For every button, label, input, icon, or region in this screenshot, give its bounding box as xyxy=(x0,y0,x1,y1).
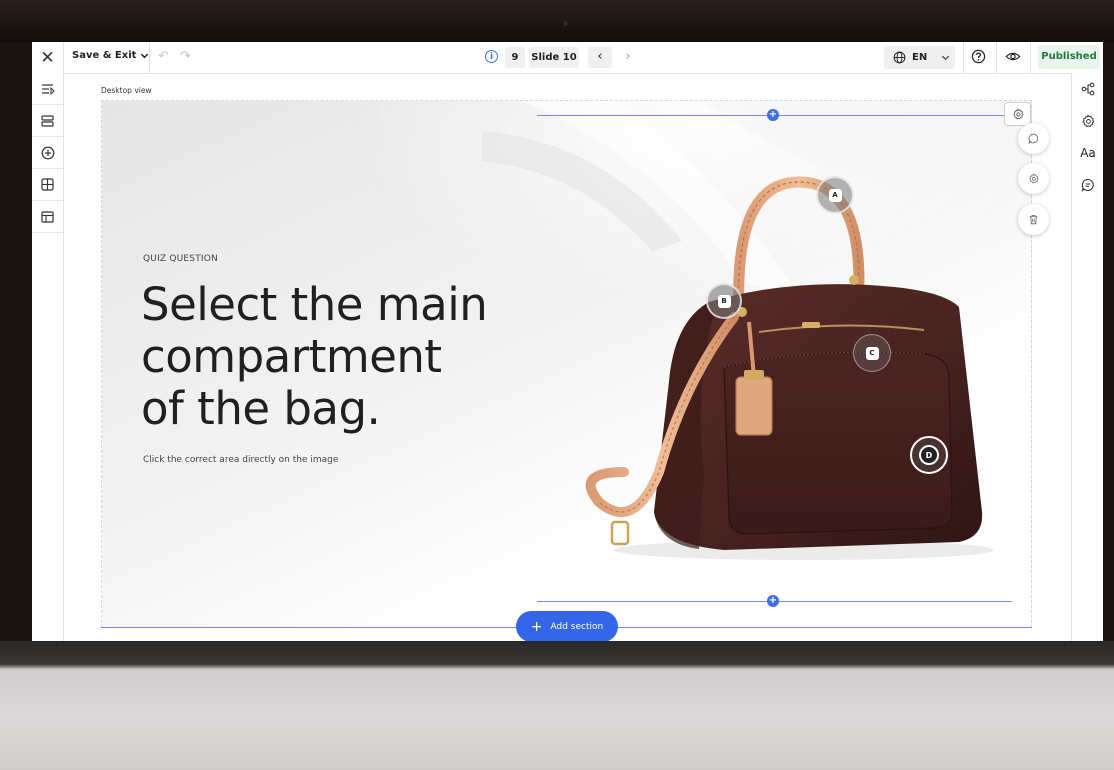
help-button[interactable] xyxy=(971,49,986,67)
editor-screen: ✕ Save & Exit ↶ ↷ i 9 Slide 10 ‹ › EN Pu… xyxy=(32,42,1103,641)
typography-button[interactable]: Aa xyxy=(1072,137,1103,169)
previous-slide-button[interactable]: ‹ xyxy=(588,47,612,68)
device-bezel-top xyxy=(0,0,1114,42)
left-toolbar xyxy=(32,73,64,641)
settings-button[interactable] xyxy=(1072,105,1103,137)
eye-icon xyxy=(1005,52,1021,61)
chevron-right-icon: › xyxy=(625,49,631,64)
layout-button[interactable] xyxy=(32,201,63,233)
published-status-badge[interactable]: Published xyxy=(1038,45,1100,69)
settings-icon xyxy=(1012,108,1024,120)
quiz-title-line: compartment xyxy=(141,330,442,383)
toolbar-divider xyxy=(149,42,150,73)
outline-button[interactable] xyxy=(32,73,63,105)
add-element-button[interactable] xyxy=(32,137,63,169)
top-toolbar: ✕ Save & Exit ↶ ↷ i 9 Slide 10 ‹ › EN Pu… xyxy=(32,42,1103,74)
toolbar-divider xyxy=(963,42,964,73)
quiz-instructions: Click the correct area directly on the i… xyxy=(143,455,339,465)
hotspot-label: A xyxy=(828,188,842,202)
add-section-label: Add section xyxy=(550,621,604,632)
typography-icon: Aa xyxy=(1080,146,1096,160)
save-exit-label: Save & Exit xyxy=(72,50,137,61)
settings-icon xyxy=(1082,114,1095,128)
toolbar-divider xyxy=(996,42,997,73)
hotspot-d[interactable]: D xyxy=(910,436,948,474)
plus-icon: + xyxy=(530,618,543,635)
grid-icon xyxy=(41,178,54,191)
save-exit-button[interactable]: Save & Exit xyxy=(72,50,149,61)
add-circle-icon xyxy=(41,146,54,159)
toolbar-divider xyxy=(1030,42,1031,73)
comment-icon xyxy=(1028,133,1039,144)
comments-button[interactable] xyxy=(1072,169,1103,201)
language-label: EN xyxy=(912,52,928,63)
add-below-button[interactable]: + xyxy=(767,595,779,607)
connections-icon xyxy=(1081,82,1095,96)
device-chin xyxy=(0,641,1114,770)
add-section-button[interactable]: + Add section xyxy=(516,611,618,641)
hotspot-label: C xyxy=(865,346,879,360)
grid-button[interactable] xyxy=(32,169,63,201)
undo-icon[interactable]: ↶ xyxy=(158,49,169,64)
layout-icon xyxy=(41,210,54,223)
close-button[interactable]: ✕ xyxy=(32,42,64,73)
trash-icon xyxy=(1029,215,1038,225)
slide-canvas[interactable]: QUIZ QUESTION Select the main compartmen… xyxy=(101,100,1032,628)
add-above-button[interactable]: + xyxy=(767,109,779,121)
camera-dot xyxy=(563,21,568,26)
element-comment-button[interactable] xyxy=(1018,123,1049,154)
hotspot-b[interactable]: B xyxy=(706,283,742,319)
element-settings-button[interactable] xyxy=(1018,163,1049,194)
hotspot-a[interactable]: A xyxy=(816,176,854,214)
hotspot-label: D xyxy=(919,445,939,465)
quiz-title-line: of the bag. xyxy=(141,382,381,435)
language-selector[interactable]: EN xyxy=(884,46,955,69)
slide-selector[interactable]: Slide 10 xyxy=(529,47,579,68)
info-icon[interactable]: i xyxy=(485,50,498,63)
comment-icon xyxy=(1081,178,1094,192)
layers-button[interactable] xyxy=(32,105,63,137)
handbag-image xyxy=(585,176,994,560)
hotspot-c[interactable]: C xyxy=(853,334,891,372)
section-settings-button[interactable] xyxy=(1004,102,1031,126)
chevron-down-icon xyxy=(942,55,950,61)
quiz-kicker: QUIZ QUESTION xyxy=(143,254,218,264)
globe-icon xyxy=(893,51,906,64)
outline-icon xyxy=(41,83,55,95)
next-slide-button[interactable]: › xyxy=(618,47,638,68)
help-circle-icon xyxy=(971,49,986,64)
desktop-view-label: Desktop view xyxy=(101,86,152,95)
quiz-title-line: Select the main xyxy=(141,278,488,331)
redo-icon[interactable]: ↷ xyxy=(180,49,191,64)
chevron-left-icon: ‹ xyxy=(597,49,603,64)
right-toolbar: Aa xyxy=(1071,73,1103,641)
connections-button[interactable] xyxy=(1072,73,1103,105)
slide-number: 9 xyxy=(505,47,525,68)
quiz-title[interactable]: Select the main compartment of the bag. xyxy=(141,279,521,435)
element-delete-button[interactable] xyxy=(1018,204,1049,235)
close-icon: ✕ xyxy=(40,47,55,68)
hotspot-label: B xyxy=(717,294,731,308)
settings-icon xyxy=(1029,173,1039,184)
preview-button[interactable] xyxy=(1005,49,1021,67)
layers-icon xyxy=(41,114,54,127)
